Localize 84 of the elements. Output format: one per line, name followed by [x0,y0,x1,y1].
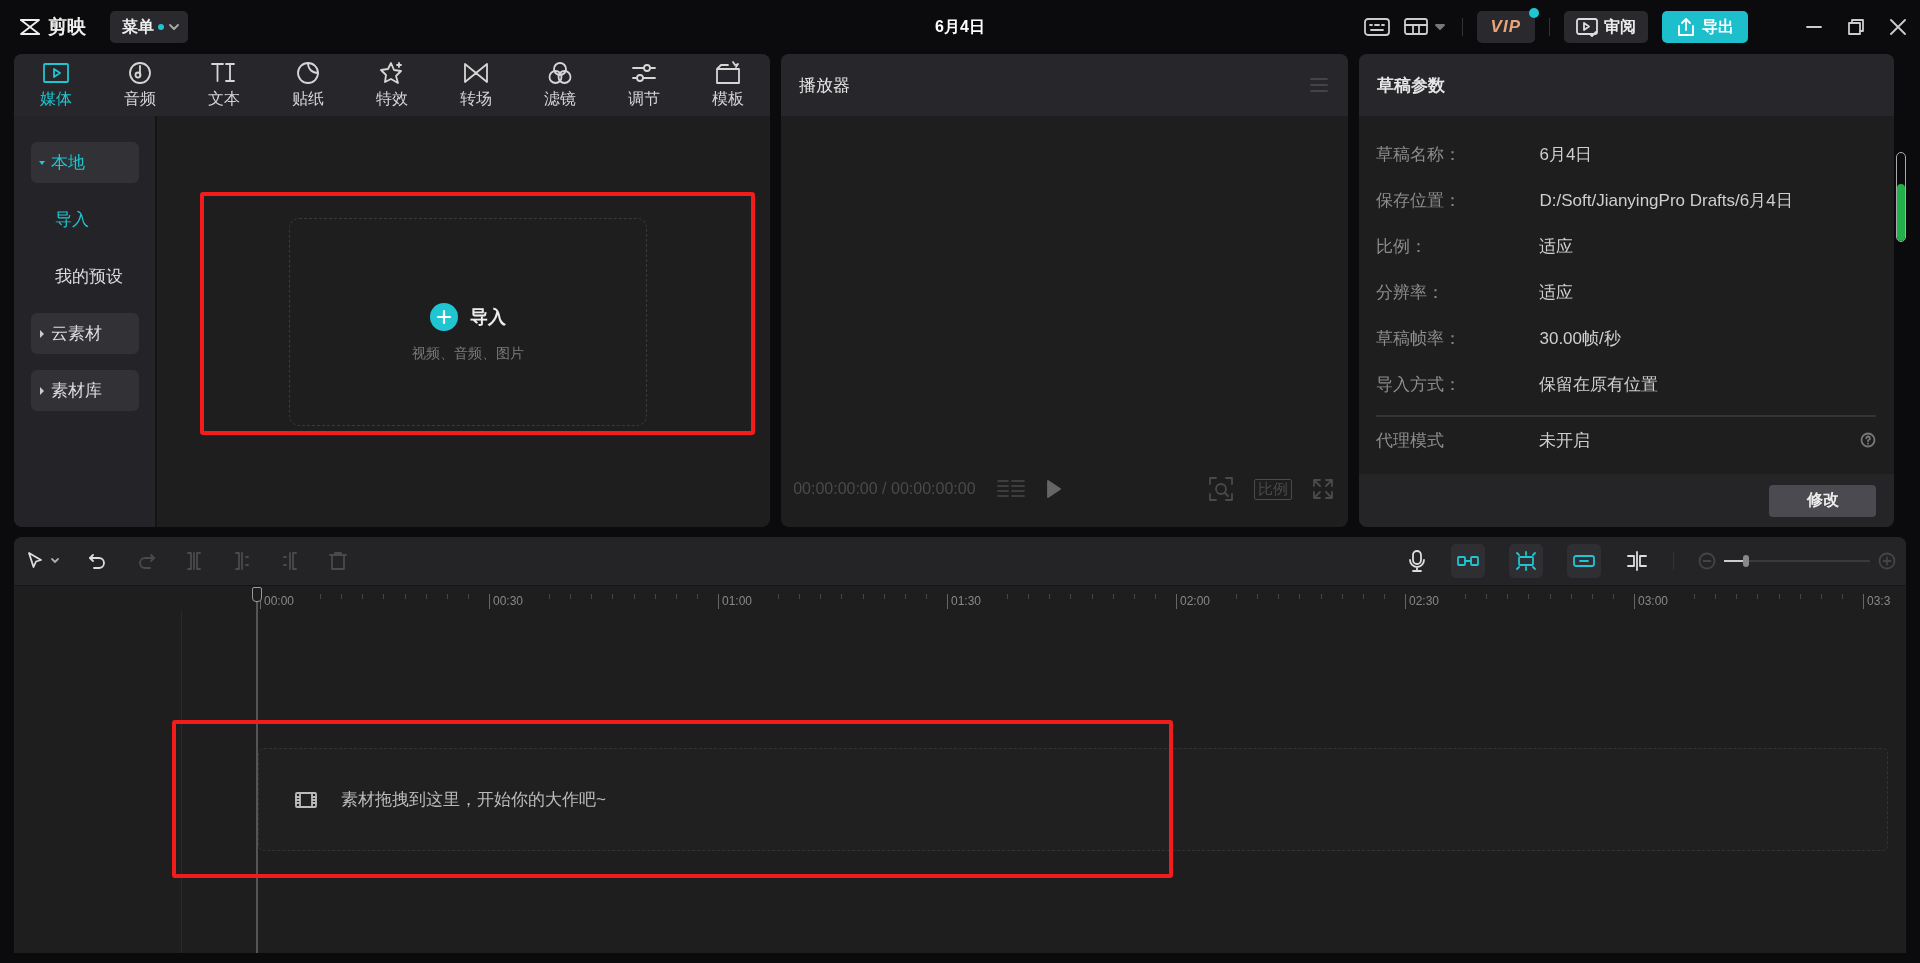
field-label: 草稿名称： [1376,143,1463,166]
transition-icon [462,60,491,86]
field-label: 代理模式 [1376,429,1446,452]
undo-button[interactable] [88,551,108,571]
field-value: 30.00帧/秒 [1539,327,1621,350]
linkage-toggle[interactable] [1567,544,1601,578]
slider-thumb[interactable] [1742,555,1749,567]
split-left-icon [232,551,252,571]
time-label: 00:30 [493,594,524,608]
drop-hint: 素材拖拽到这里，开始你的大作吧~ [341,789,606,811]
track-dropzone[interactable]: 素材拖拽到这里，开始你的大作吧~ [258,748,1888,851]
split-right-icon [280,551,300,571]
upload-icon [1676,17,1696,37]
field-value: 适应 [1539,235,1574,258]
menu-button[interactable]: 菜单 [110,11,188,43]
redo-icon [136,551,156,571]
window-title: 6月4日 [935,16,985,37]
chevron-icon [168,22,180,32]
panel-title: 草稿参数 [1377,74,1446,97]
media-icon [42,60,70,86]
time-label: 00:00 [264,594,295,608]
media-tab[interactable]: 文本 [182,54,267,116]
field-label: 比例： [1376,235,1429,258]
layout-icon[interactable] [1403,17,1448,37]
split-icon [184,551,204,571]
help-icon[interactable] [1860,432,1877,448]
time-label: 02:30 [1409,594,1440,608]
time-label: 03:3 [1867,594,1891,608]
audio-icon [126,60,154,86]
play-icon[interactable] [1045,479,1062,499]
time-label: 03:00 [1638,594,1669,608]
media-tab[interactable]: 调节 [602,54,687,116]
review-button[interactable]: 审阅 [1564,11,1648,43]
restore-icon[interactable] [1848,19,1864,35]
field-label: 导入方式： [1376,373,1463,396]
time-label: 01:30 [951,594,982,608]
media-tab[interactable]: 媒体 [14,54,98,116]
field-value: 6月4日 [1539,143,1593,166]
snap-icon [1514,551,1538,571]
template-icon [714,60,743,86]
plus-icon [430,303,458,331]
collapsed-caret-icon [39,385,45,396]
media-tab[interactable]: 滤镜 [518,54,603,116]
modify-button[interactable]: 修改 [1769,484,1877,517]
import-dropzone[interactable]: 导入 视频、音频、图片 [289,218,647,426]
panel-title: 播放器 [799,74,851,97]
keyboard-icon[interactable] [1363,17,1390,37]
split-axis-icon [1625,551,1649,571]
app-name: 剪映 [48,15,86,39]
media-tab[interactable]: 贴纸 [266,54,351,116]
preview-axis-toggle[interactable] [1625,551,1649,571]
select-button[interactable] [26,551,60,571]
microphone-icon[interactable] [1407,549,1427,573]
media-tab[interactable]: 模板 [686,54,771,116]
time-label: 01:00 [722,594,753,608]
sidebar-item[interactable]: 导入 [31,199,139,240]
main-track-toggle[interactable] [1451,544,1485,578]
field-value: 适应 [1539,281,1574,304]
logo-icon [18,17,42,37]
field-label: 草稿帧率： [1376,327,1463,350]
close-icon[interactable] [1890,19,1906,35]
sidebar-item[interactable]: 本地 [31,142,139,183]
caret-icon [50,557,60,565]
trash-icon [328,551,348,571]
field-value: 保留在原有位置 [1539,373,1659,396]
import-button[interactable]: 导入 [430,303,506,331]
field-label: 保存位置： [1376,189,1463,212]
playhead-handle[interactable] [252,587,262,602]
sidebar-item[interactable]: 我的预设 [31,256,139,297]
review-icon [1576,17,1598,37]
field-value: 未开启 [1539,429,1591,452]
sidebar-item[interactable]: 素材库 [31,370,139,411]
field-value: D:/Soft/JianyingPro Drafts/6月4日 [1539,189,1793,212]
media-tab[interactable]: 转场 [434,54,519,116]
undo-icon [88,551,108,571]
time-label: 02:00 [1180,594,1211,608]
sidebar-item[interactable]: 云素材 [31,313,139,354]
import-hint: 视频、音频、图片 [412,345,524,363]
field-label: 分辨率： [1376,281,1446,304]
media-tab[interactable]: 音频 [98,54,183,116]
film-icon [295,790,317,809]
collapsed-caret-icon [39,328,45,339]
auto-snap-toggle[interactable] [1509,544,1543,578]
media-tab[interactable]: 特效 [350,54,435,116]
